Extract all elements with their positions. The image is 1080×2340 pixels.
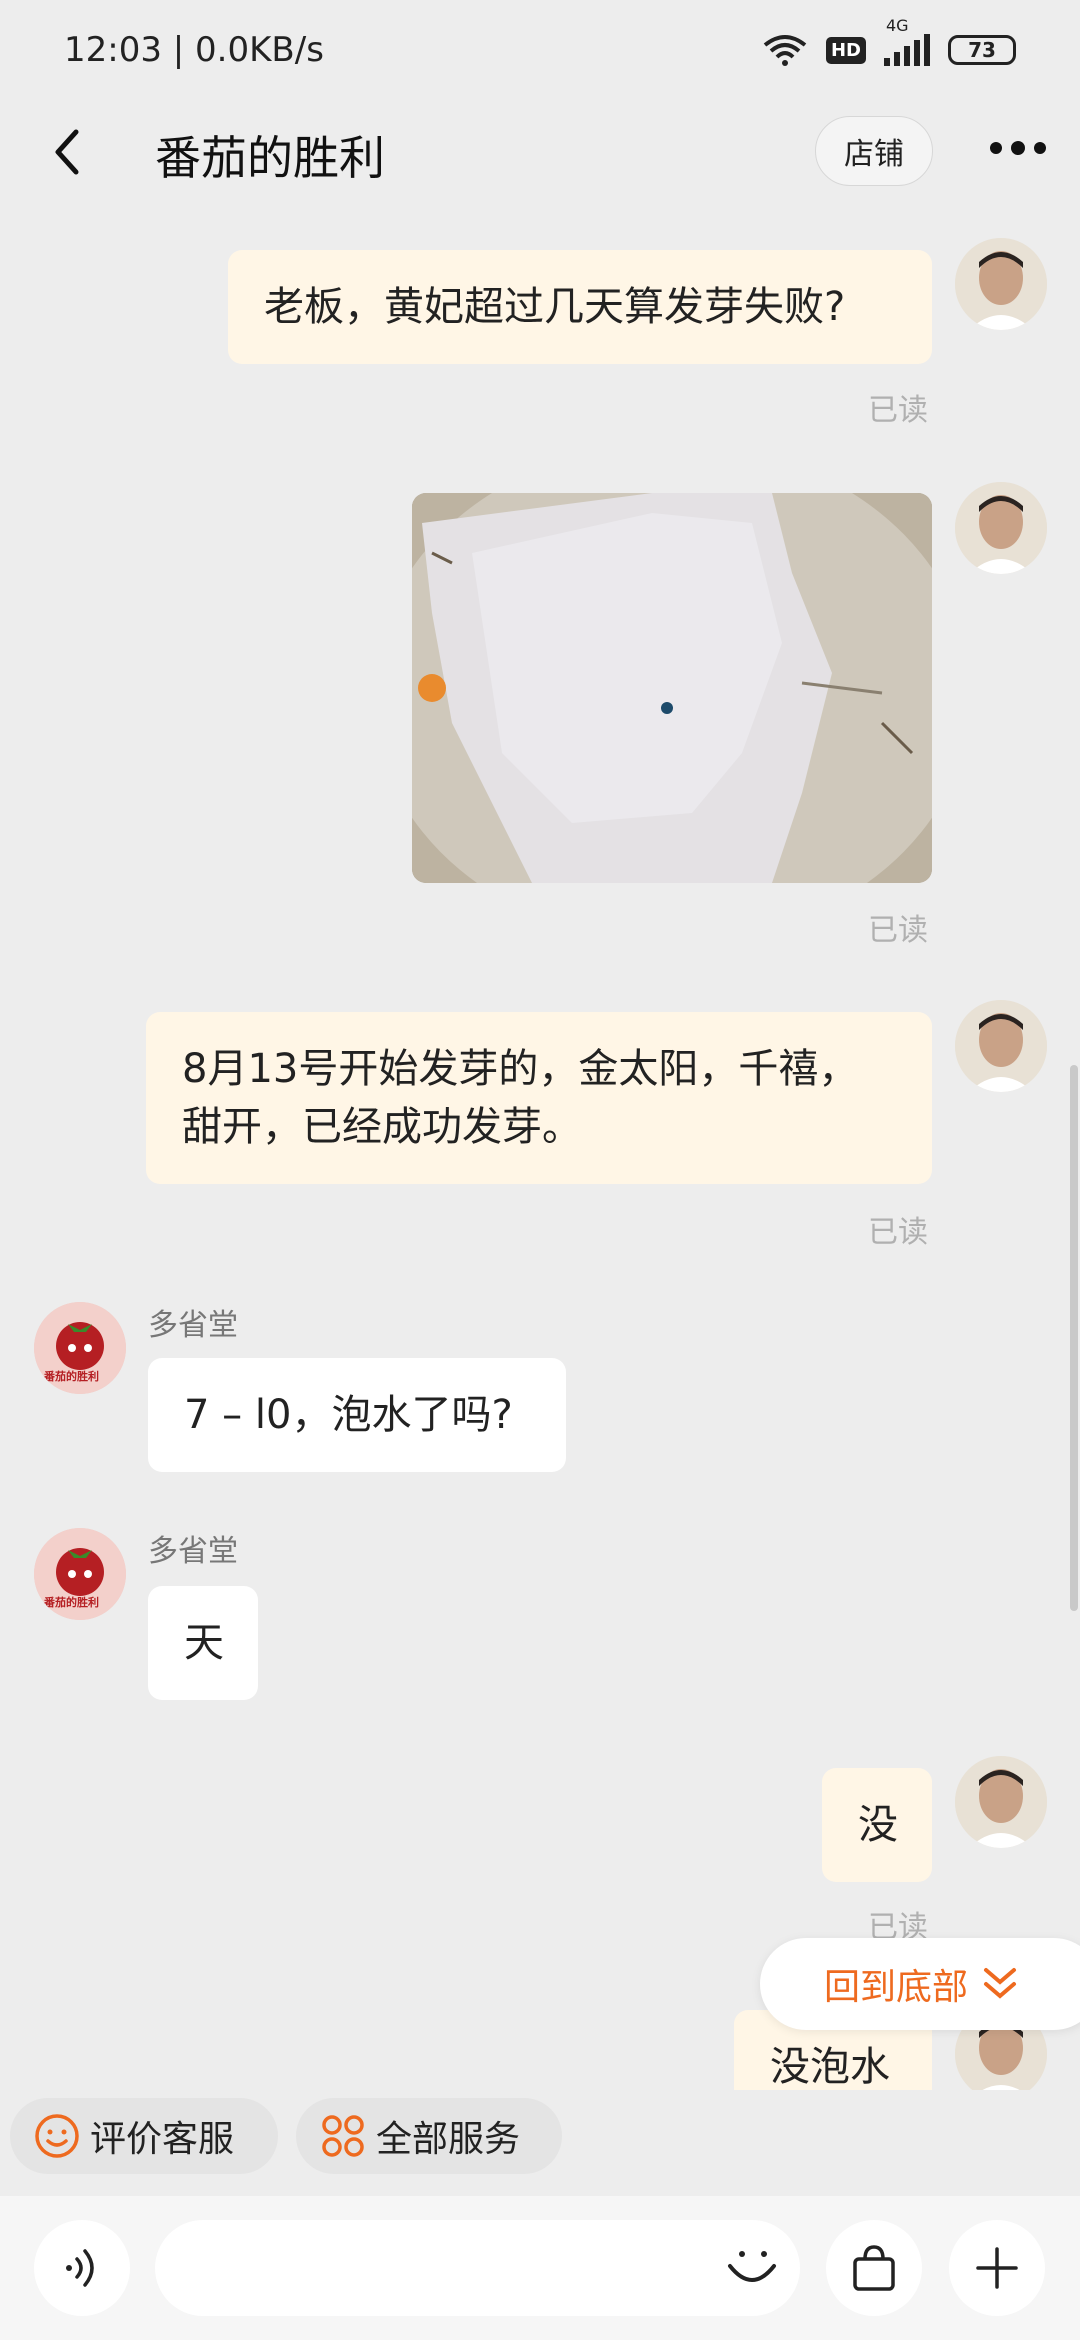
double-chevron-down-icon [984, 1968, 1017, 1999]
all-services-button[interactable]: 全部服务 [296, 2098, 562, 2174]
wifi-icon [763, 35, 807, 66]
sent-photo[interactable] [412, 493, 932, 883]
plus-icon [976, 2247, 1018, 2289]
battery-icon: 73 [948, 35, 1016, 65]
product-button[interactable] [826, 2220, 922, 2316]
read-status: 已读 [868, 1215, 928, 1250]
user-avatar-icon [955, 1756, 1047, 1848]
voice-icon [66, 2249, 94, 2287]
scrollbar[interactable] [1070, 1065, 1078, 1611]
my-message-bubble[interactable]: 老板，黄妃超过几天算发芽失败? [228, 250, 932, 364]
my-avatar[interactable] [955, 238, 1047, 330]
status-bar: 12:03 | 0.0KB/s HD 4G 73 [0, 0, 1080, 100]
my-avatar[interactable] [955, 482, 1047, 574]
chat-message-list[interactable]: 老板，黄妃超过几天算发芽失败? 已读 已读 8月13号开始发芽的，金太阳，千禧，… [0, 210, 1080, 2090]
hd-badge: HD [825, 36, 866, 64]
my-message-bubble[interactable]: 没 [822, 1768, 932, 1882]
smiley-icon [35, 2114, 79, 2158]
shopping-bag-icon [853, 2245, 895, 2291]
shop-avatar[interactable]: 番茄的胜利 [34, 1302, 126, 1394]
more-icon[interactable] [988, 128, 1048, 168]
message-input[interactable] [155, 2220, 800, 2316]
user-avatar-icon [955, 482, 1047, 574]
shop-button[interactable]: 店铺 [815, 116, 933, 186]
back-to-bottom-button[interactable]: 回到底部 [760, 1938, 1080, 2030]
sender-name: 多省堂 [148, 1534, 238, 1569]
shop-avatar[interactable]: 番茄的胜利 [34, 1528, 126, 1620]
my-message-bubble[interactable]: 8月13号开始发芽的，金太阳，千禧， 甜开，已经成功发芽。 [146, 1012, 932, 1184]
rate-service-button[interactable]: 评价客服 [10, 2098, 278, 2174]
my-avatar[interactable] [955, 1756, 1047, 1848]
page-title: 番茄的胜利 [155, 131, 385, 185]
user-avatar-icon [955, 1000, 1047, 1092]
my-avatar[interactable] [955, 1000, 1047, 1092]
user-avatar-icon [955, 238, 1047, 330]
sender-name: 多省堂 [148, 1308, 238, 1343]
emoji-icon[interactable] [722, 2238, 782, 2298]
read-status: 已读 [868, 913, 928, 948]
services-grid-icon [322, 2115, 364, 2157]
add-button[interactable] [949, 2220, 1045, 2316]
chat-header: 番茄的胜利 店铺 [0, 100, 1080, 210]
shop-message-bubble[interactable]: 天 [148, 1586, 258, 1700]
back-arrow-icon[interactable] [40, 122, 100, 182]
voice-button[interactable] [34, 2220, 130, 2316]
status-icons: HD 4G 73 [762, 16, 1016, 67]
read-status: 已读 [868, 393, 928, 428]
signal-icon: 4G [884, 16, 930, 66]
sprouting-seeds-photo [412, 493, 932, 883]
shop-message-bubble[interactable]: 7 – l0，泡水了吗? [148, 1358, 566, 1472]
status-time: 12:03 | 0.0KB/s [64, 30, 324, 70]
message-input-bar [0, 2196, 1080, 2340]
